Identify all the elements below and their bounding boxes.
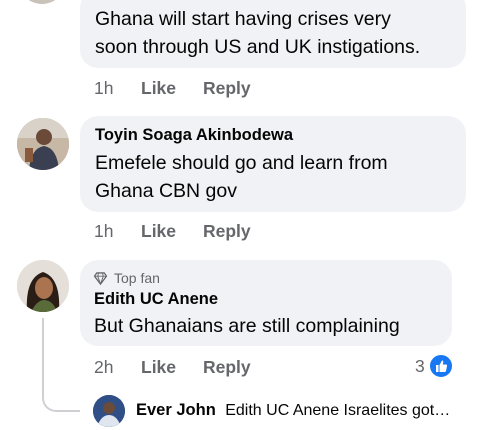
- reply-button[interactable]: Reply: [203, 221, 251, 242]
- comment-actions: 1h Like Reply: [94, 78, 294, 102]
- reply-button[interactable]: Reply: [203, 78, 251, 99]
- like-button[interactable]: Like: [141, 78, 176, 99]
- comment-time[interactable]: 1h: [94, 78, 113, 99]
- comment-bubble: Ghana will start having crises very soon…: [80, 0, 466, 68]
- like-reaction-badge: [428, 353, 454, 379]
- thread-line: [42, 318, 44, 394]
- comment-actions: 2h Like Reply: [94, 357, 294, 381]
- avatar[interactable]: [17, 118, 69, 170]
- reaction-summary[interactable]: 3: [410, 352, 458, 380]
- comment-text-line: soon through US and UK instigations.: [95, 36, 421, 58]
- reply-button[interactable]: Reply: [203, 357, 251, 378]
- comment-bubble: Toyin Soaga Akinbodewa Emefele should go…: [80, 116, 466, 212]
- comment-text-line: Ghana will start having crises very: [95, 8, 391, 30]
- comment-time[interactable]: 1h: [94, 221, 113, 242]
- comment-author[interactable]: Edith UC Anene: [94, 290, 218, 309]
- comment-text-line: Ghana CBN gov: [95, 180, 237, 202]
- comment-author[interactable]: Toyin Soaga Akinbodewa: [95, 126, 293, 145]
- avatar[interactable]: [18, 0, 66, 4]
- avatar[interactable]: [93, 395, 125, 427]
- avatar-photo: [93, 395, 125, 427]
- reply-preview[interactable]: Ever John Edith UC Anene Israelites got…: [136, 401, 476, 423]
- reaction-count: 3: [415, 356, 425, 376]
- like-thumb-icon: [436, 360, 448, 372]
- comment-bubble: Top fan Edith UC Anene But Ghanaians are…: [80, 260, 452, 346]
- avatar-photo: [17, 118, 69, 170]
- avatar-photo: [17, 260, 69, 312]
- comment-text-line: But Ghanaians are still complaining: [94, 315, 400, 337]
- thread-line-curve: [42, 392, 80, 412]
- comment-actions: 1h Like Reply: [94, 221, 294, 245]
- like-button[interactable]: Like: [141, 221, 176, 242]
- like-button[interactable]: Like: [141, 357, 176, 378]
- comment-text-line: Emefele should go and learn from: [95, 152, 388, 174]
- comment-time[interactable]: 2h: [94, 357, 113, 378]
- reply-author: Ever John: [136, 401, 216, 419]
- avatar[interactable]: [17, 260, 69, 312]
- top-fan-diamond-icon: [94, 272, 107, 285]
- reply-snippet: Edith UC Anene Israelites got…: [225, 402, 451, 419]
- top-fan-label: Top fan: [114, 270, 160, 286]
